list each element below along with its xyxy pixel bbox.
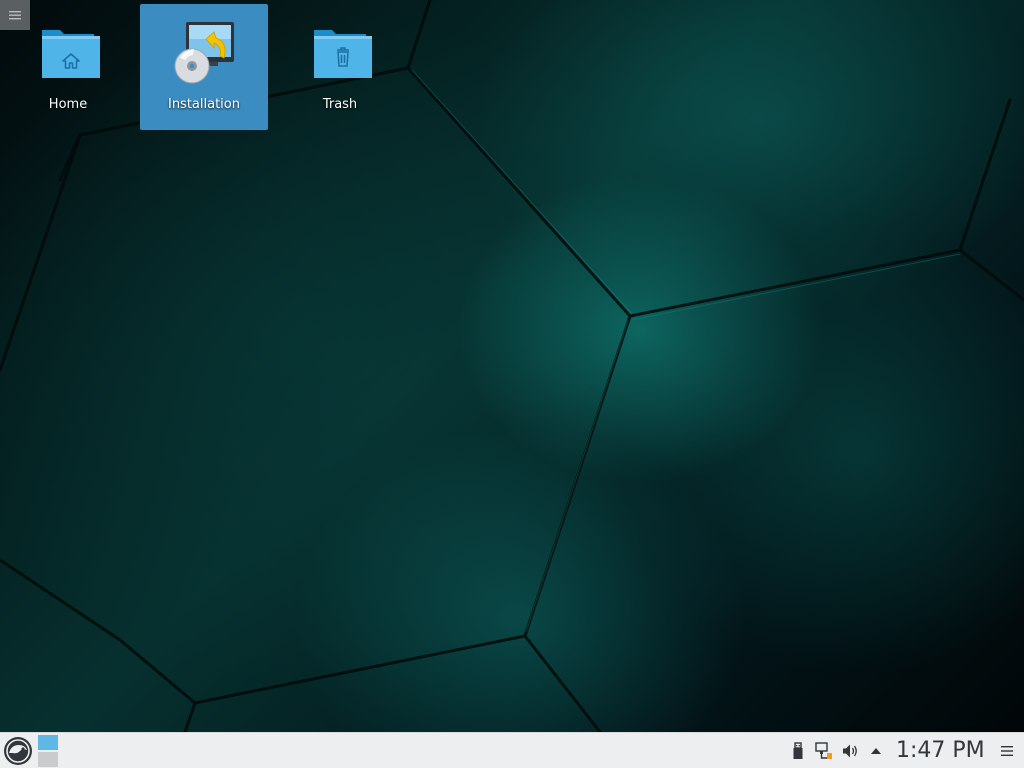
digital-clock[interactable]: 1:47 PM — [896, 738, 985, 763]
taskbar-panel: 1:47 PM — [0, 732, 1024, 768]
panel-options-button[interactable] — [998, 742, 1016, 760]
trash-folder-icon — [308, 20, 372, 84]
usb-device-icon[interactable] — [789, 741, 807, 761]
desktop-icon-label: Installation — [167, 97, 240, 112]
desktop-icon-label: Trash — [322, 97, 358, 112]
home-folder-icon — [36, 20, 100, 84]
pager-desktop-1[interactable] — [38, 735, 58, 750]
opensuse-gecko-icon — [4, 737, 32, 765]
pager-desktop-2[interactable] — [38, 752, 58, 767]
volume-icon[interactable] — [841, 741, 859, 761]
expand-tray-arrow-icon[interactable] — [867, 741, 885, 761]
application-launcher-button[interactable] — [2, 735, 34, 767]
virtual-desktop-pager[interactable] — [38, 735, 58, 767]
desktop-icon-trash[interactable]: Trash — [276, 4, 404, 130]
desktop-icon-home[interactable]: Home — [4, 4, 132, 130]
desktop-icon-label: Home — [48, 97, 88, 112]
desktop-background[interactable]: Home Installation Trash — [0, 0, 1024, 732]
installer-disc-icon — [172, 20, 236, 84]
hamburger-menu-icon — [1001, 746, 1013, 756]
desktop-icon-installation[interactable]: Installation — [140, 4, 268, 130]
network-icon[interactable] — [815, 741, 833, 761]
